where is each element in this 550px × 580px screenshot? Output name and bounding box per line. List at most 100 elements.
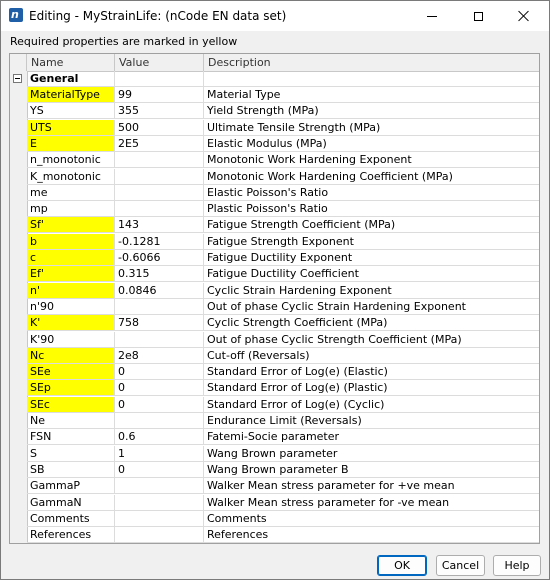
property-description: Material Type bbox=[207, 88, 281, 101]
property-row[interactable]: E 2E5 Elastic Modulus (MPa) bbox=[27, 135, 539, 152]
property-value[interactable] bbox=[115, 527, 204, 543]
ok-button[interactable]: OK bbox=[377, 555, 427, 576]
property-value[interactable]: 0.0846 bbox=[115, 282, 204, 298]
property-grid[interactable]: Name Value Description General MaterialT… bbox=[9, 53, 540, 544]
group-description bbox=[204, 71, 539, 86]
property-description: Wang Brown parameter B bbox=[207, 462, 349, 476]
property-name: E bbox=[27, 135, 115, 151]
property-value[interactable] bbox=[115, 413, 204, 428]
property-row[interactable]: UTS 500 Ultimate Tensile Strength (MPa) bbox=[27, 119, 539, 136]
required-hint: Required properties are marked in yellow bbox=[10, 35, 238, 48]
property-row[interactable]: n'90 Out of phase Cyclic Strain Hardening… bbox=[27, 298, 539, 315]
property-description: Fatemi-Socie parameter bbox=[207, 430, 340, 444]
property-value[interactable]: 0.315 bbox=[115, 266, 204, 282]
property-row[interactable]: MaterialType 99 Material Type bbox=[27, 87, 539, 103]
property-row[interactable]: SB 0 Wang Brown parameter B bbox=[27, 461, 539, 478]
property-value[interactable]: 0 bbox=[115, 364, 204, 380]
property-row[interactable]: SEe 0 Standard Error of Log(e) (Elastic) bbox=[27, 364, 539, 381]
property-description: Monotonic Work Hardening Exponent bbox=[207, 153, 412, 167]
property-value[interactable]: 2E5 bbox=[115, 135, 204, 151]
property-value[interactable]: 1 bbox=[115, 445, 204, 461]
property-name: GammaN bbox=[27, 494, 115, 510]
property-name: K' bbox=[27, 315, 115, 331]
maximize-icon bbox=[473, 11, 483, 21]
property-description: Elastic Modulus (MPa) bbox=[207, 136, 327, 150]
property-row[interactable]: b -0.1281 Fatigue Strength Exponent bbox=[27, 233, 539, 250]
collapse-group-icon[interactable] bbox=[13, 74, 22, 83]
column-header-description[interactable]: Description bbox=[204, 54, 539, 71]
property-description: Plastic Poisson's Ratio bbox=[207, 202, 328, 216]
group-value bbox=[115, 71, 204, 86]
property-value[interactable]: 355 bbox=[115, 103, 204, 119]
property-row[interactable]: SEc 0 Standard Error of Log(e) (Cyclic) bbox=[27, 396, 539, 413]
property-row[interactable]: K' 758 Cyclic Strength Coefficient (MPa) bbox=[27, 315, 539, 332]
property-value[interactable] bbox=[115, 201, 204, 217]
property-row[interactable]: GammaP Walker Mean stress parameter for +… bbox=[27, 478, 539, 495]
property-value[interactable] bbox=[115, 184, 204, 200]
property-value[interactable]: 0 bbox=[115, 380, 204, 396]
property-row[interactable]: References References bbox=[27, 527, 539, 543]
property-name: me bbox=[27, 184, 115, 200]
property-row[interactable]: K'90 Out of phase Cyclic Strength Coeffic… bbox=[27, 331, 539, 348]
property-value[interactable] bbox=[115, 331, 204, 347]
property-row[interactable]: Sf' 143 Fatigue Strength Coefficient (MPa) bbox=[27, 217, 539, 234]
property-row[interactable]: K_monotonic Monotonic Work Hardening Coef… bbox=[27, 168, 539, 185]
property-row[interactable]: mp Plastic Poisson's Ratio bbox=[27, 201, 539, 218]
property-row[interactable]: Ef' 0.315 Fatigue Ductility Coefficient bbox=[27, 266, 539, 283]
property-name: SB bbox=[27, 461, 115, 477]
maximize-button[interactable] bbox=[455, 1, 501, 31]
cancel-button[interactable]: Cancel bbox=[436, 555, 485, 576]
property-name: MaterialType bbox=[27, 87, 115, 102]
property-value[interactable]: 758 bbox=[115, 315, 204, 331]
property-value[interactable] bbox=[115, 478, 204, 494]
help-button[interactable]: Help bbox=[493, 555, 541, 576]
property-name: b bbox=[27, 233, 115, 249]
property-row[interactable]: FSN 0.6 Fatemi-Socie parameter bbox=[27, 429, 539, 446]
property-name: mp bbox=[27, 201, 115, 217]
property-name: Sf' bbox=[27, 217, 115, 233]
property-row[interactable]: n' 0.0846 Cyclic Strain Hardening Exponent bbox=[27, 282, 539, 299]
property-value[interactable] bbox=[115, 494, 204, 510]
property-row[interactable]: Nc 2e8 Cut-off (Reversals) bbox=[27, 347, 539, 364]
property-description: Walker Mean stress parameter for -ve mea… bbox=[207, 495, 450, 509]
property-row[interactable]: Ne Endurance Limit (Reversals) bbox=[27, 413, 539, 429]
column-header-value[interactable]: Value bbox=[115, 54, 204, 71]
minimize-button[interactable] bbox=[409, 1, 455, 31]
property-value[interactable]: 143 bbox=[115, 217, 204, 233]
property-row[interactable]: me Elastic Poisson's Ratio bbox=[27, 184, 539, 201]
property-row[interactable]: GammaN Walker Mean stress parameter for -… bbox=[27, 494, 539, 511]
property-value[interactable]: 0 bbox=[115, 396, 204, 412]
property-row[interactable]: Comments Comments bbox=[27, 510, 539, 527]
property-value[interactable] bbox=[115, 168, 204, 184]
property-value[interactable] bbox=[115, 298, 204, 314]
column-header-name[interactable]: Name bbox=[27, 54, 115, 71]
close-icon bbox=[518, 10, 530, 22]
property-row[interactable]: n_monotonic Monotonic Work Hardening Expo… bbox=[27, 152, 539, 169]
property-value[interactable] bbox=[115, 510, 204, 526]
property-name: n' bbox=[27, 282, 115, 298]
property-description: Ultimate Tensile Strength (MPa) bbox=[207, 120, 381, 134]
group-row-general[interactable]: General bbox=[27, 71, 539, 87]
property-row[interactable]: c -0.6066 Fatigue Ductility Exponent bbox=[27, 250, 539, 266]
property-row[interactable]: S 1 Wang Brown parameter bbox=[27, 445, 539, 462]
property-value[interactable]: 0.6 bbox=[115, 429, 204, 445]
property-row[interactable]: YS 355 Yield Strength (MPa) bbox=[27, 103, 539, 120]
property-value[interactable]: 2e8 bbox=[115, 347, 204, 363]
minimize-icon bbox=[427, 15, 437, 17]
property-value[interactable]: -0.1281 bbox=[115, 233, 204, 249]
close-button[interactable] bbox=[501, 1, 547, 31]
property-value[interactable]: -0.6066 bbox=[115, 250, 204, 265]
property-value[interactable]: 99 bbox=[115, 87, 204, 102]
property-name: Nc bbox=[27, 347, 115, 363]
property-description: Wang Brown parameter bbox=[207, 446, 338, 460]
property-value[interactable] bbox=[115, 152, 204, 168]
property-value[interactable]: 0 bbox=[115, 461, 204, 477]
property-description: Cyclic Strength Coefficient (MPa) bbox=[207, 316, 388, 330]
app-icon-letter: n bbox=[11, 8, 19, 21]
property-name: n_monotonic bbox=[27, 152, 115, 168]
property-name: YS bbox=[27, 103, 115, 119]
property-row[interactable]: SEp 0 Standard Error of Log(e) (Plastic) bbox=[27, 380, 539, 397]
property-description: Cyclic Strain Hardening Exponent bbox=[207, 283, 392, 297]
property-description: References bbox=[207, 528, 269, 542]
property-value[interactable]: 500 bbox=[115, 119, 204, 135]
